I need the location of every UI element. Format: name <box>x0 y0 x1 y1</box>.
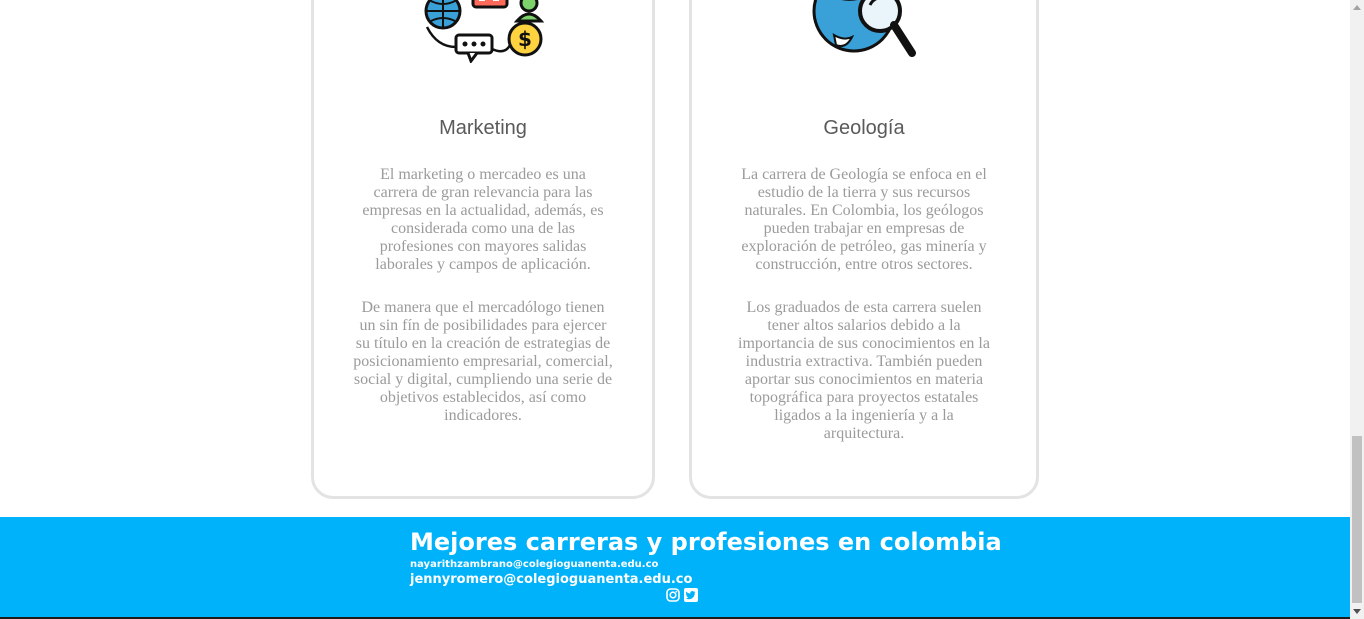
social-links <box>666 588 698 602</box>
marketing-icon: $ <box>424 0 545 63</box>
footer-title: Mejores carreras y profesiones en colomb… <box>410 528 1002 556</box>
career-card-geologia: Geología La carrera de Geología se enfoc… <box>689 0 1039 499</box>
card-title: Geología <box>823 117 905 139</box>
vertical-scrollbar[interactable] <box>1350 0 1364 619</box>
card-paragraph: La carrera de Geología se enfoca en el e… <box>741 166 987 273</box>
career-card-marketing: $ Marketing El marketing o mercadeo es u… <box>311 0 655 499</box>
page: $ Marketing El marketing o mercadeo es u… <box>0 0 1350 619</box>
scrollbar-thumb[interactable] <box>1352 436 1362 603</box>
contact-email: jennyromero@colegioguanenta.edu.co <box>410 572 693 587</box>
card-paragraph: De manera que el mercadólogo tienen un s… <box>353 299 613 424</box>
card-title: Marketing <box>439 117 527 139</box>
scroll-down-icon[interactable] <box>1350 605 1364 619</box>
scroll-up-icon[interactable] <box>1350 0 1364 14</box>
svg-text:$: $ <box>518 27 532 51</box>
card-paragraph: Los graduados de esta carrera suelen ten… <box>738 299 990 442</box>
geology-globe-icon <box>812 0 916 57</box>
contact-email: nayarithzambrano@colegioguanenta.edu.co <box>410 559 659 570</box>
footer: Mejores carreras y profesiones en colomb… <box>0 517 1350 617</box>
card-paragraph: El marketing o mercadeo es una carrera d… <box>362 166 604 273</box>
instagram-icon[interactable] <box>666 588 680 602</box>
twitter-icon[interactable] <box>684 588 698 602</box>
